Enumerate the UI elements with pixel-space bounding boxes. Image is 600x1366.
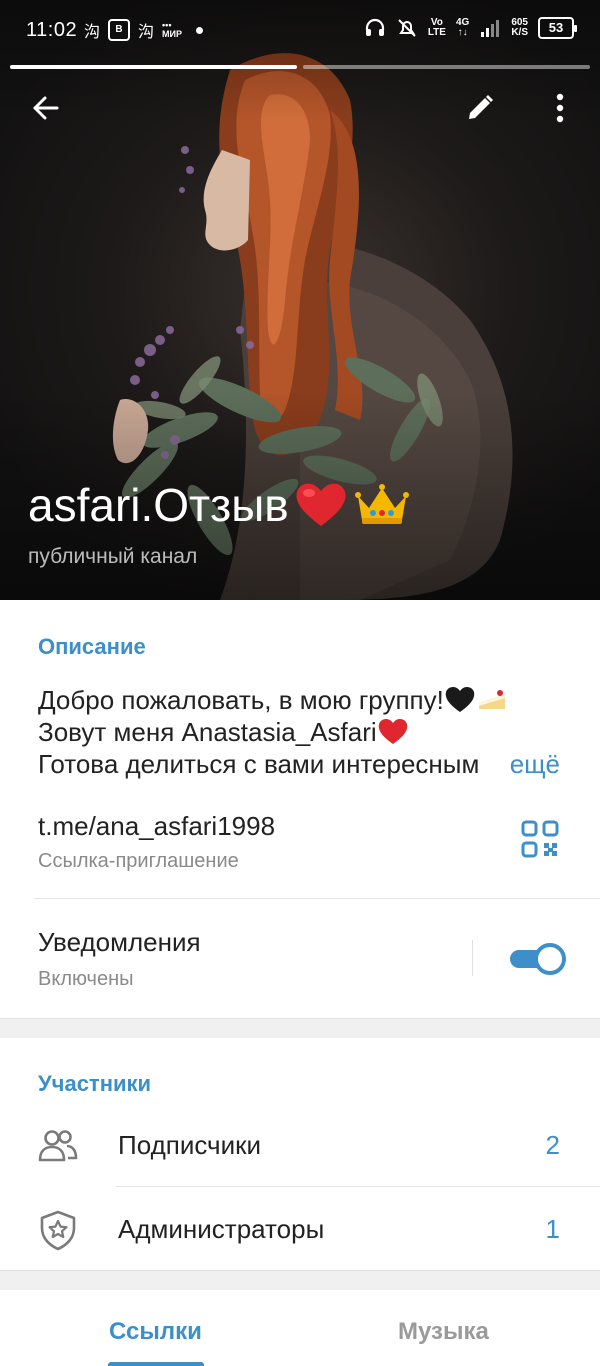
volte-indicator: Vo LTE <box>427 17 446 38</box>
channel-type: публичный канал <box>28 545 198 568</box>
edit-button[interactable] <box>456 84 504 132</box>
mir-notification-icon: ••• МИР <box>162 20 182 39</box>
notification-icons: 沟 B 沟 ••• МИР <box>84 18 203 42</box>
battery-icon: 53 <box>538 17 577 39</box>
tab-links[interactable]: Ссылки <box>109 1318 202 1346</box>
people-icon <box>38 1130 78 1162</box>
app-notification-icon: 沟 <box>138 24 155 41</box>
back-button[interactable] <box>22 84 70 132</box>
channel-title: asfari.Отзыв <box>28 478 411 532</box>
description-line-text: Добро пожаловать, в мою группу! <box>38 685 444 715</box>
status-bar: 11:02 沟 B 沟 ••• МИР Vo LTE 4G ↑↓ 605 K/S… <box>0 0 600 62</box>
description-section-title: Описание <box>38 634 146 659</box>
subscribers-count: 2 <box>545 1130 560 1160</box>
description-line: Зовут меня Anastasia_Asfari <box>38 716 568 748</box>
qr-code-icon[interactable] <box>520 819 560 859</box>
subscribers-label: Подписчики <box>118 1130 262 1160</box>
toggle-knob <box>534 943 566 975</box>
administrators-count: 1 <box>545 1214 560 1244</box>
mute-bell-icon <box>398 19 416 37</box>
photo-progress-segment <box>303 65 590 69</box>
profile-photo-header[interactable]: 11:02 沟 B 沟 ••• МИР Vo LTE 4G ↑↓ 605 K/S… <box>0 0 600 600</box>
bank-notification-icon: B <box>108 19 131 41</box>
invite-link-label: Ссылка-приглашение <box>38 850 239 872</box>
app-notification-icon: 沟 <box>84 24 101 41</box>
description-line: Добро пожаловать, в мою группу! <box>38 684 568 716</box>
notifications-title: Уведомления <box>38 927 201 957</box>
crown-emoji-icon <box>354 484 409 524</box>
tab-music[interactable]: Музыка <box>398 1318 489 1346</box>
members-section-title: Участники <box>38 1071 152 1096</box>
notifications-status: Включены <box>38 968 134 990</box>
description-line-text: Готова делиться с вами интересным <box>38 749 480 779</box>
notifications-toggle[interactable] <box>508 943 566 975</box>
pencil-icon <box>469 95 493 119</box>
divider <box>34 898 600 899</box>
black-heart-emoji-icon <box>445 686 475 712</box>
channel-description[interactable]: Добро пожаловать, в мою группу! Зовут ме… <box>38 684 568 780</box>
section-separator <box>0 1018 600 1038</box>
headset-icon <box>365 18 384 36</box>
channel-info-section: Описание Добро пожаловать, в мою группу!… <box>0 600 600 1018</box>
section-separator <box>0 1270 600 1290</box>
media-tabs: Ссылки Музыка <box>0 1290 600 1366</box>
description-line: Готова делиться с вами интересным ещё <box>38 748 568 780</box>
more-vertical-icon <box>556 93 564 123</box>
network-type: 4G ↑↓ <box>455 17 470 38</box>
show-more-link[interactable]: ещё <box>479 748 560 780</box>
invite-link-row[interactable]: t.me/ana_asfari1998 Ссылка-приглашение <box>0 795 600 899</box>
vertical-divider <box>472 940 473 976</box>
cake-emoji-icon <box>478 690 505 709</box>
active-tab-indicator <box>108 1362 204 1366</box>
photo-progress-segment <box>10 65 297 69</box>
data-speed: 605 K/S <box>511 17 528 38</box>
description-line-text: Зовут меня Anastasia_Asfari <box>38 717 377 747</box>
invite-link-value: t.me/ana_asfari1998 <box>38 811 276 841</box>
network-type-label: 4G <box>455 17 470 28</box>
administrators-label: Администраторы <box>118 1214 325 1244</box>
photo-progress-bars <box>10 65 590 69</box>
subscribers-row[interactable]: Подписчики 2 <box>0 1104 600 1186</box>
red-heart-emoji-icon <box>378 718 407 744</box>
signal-icon <box>481 20 500 37</box>
arrow-left-icon <box>33 96 59 120</box>
more-options-button[interactable] <box>536 84 584 132</box>
status-time: 11:02 <box>26 19 78 41</box>
divider <box>116 1186 600 1187</box>
system-icons: Vo LTE 4G ↑↓ 605 K/S 53 <box>364 17 577 39</box>
notifications-row[interactable]: Уведомления Включены <box>0 910 600 1006</box>
more-notifications-dot <box>196 26 203 34</box>
channel-name: asfari.Отзыв <box>28 479 289 531</box>
administrators-row[interactable]: Администраторы 1 <box>0 1188 600 1270</box>
red-heart-emoji-icon <box>296 483 346 526</box>
shield-star-icon <box>40 1210 76 1251</box>
